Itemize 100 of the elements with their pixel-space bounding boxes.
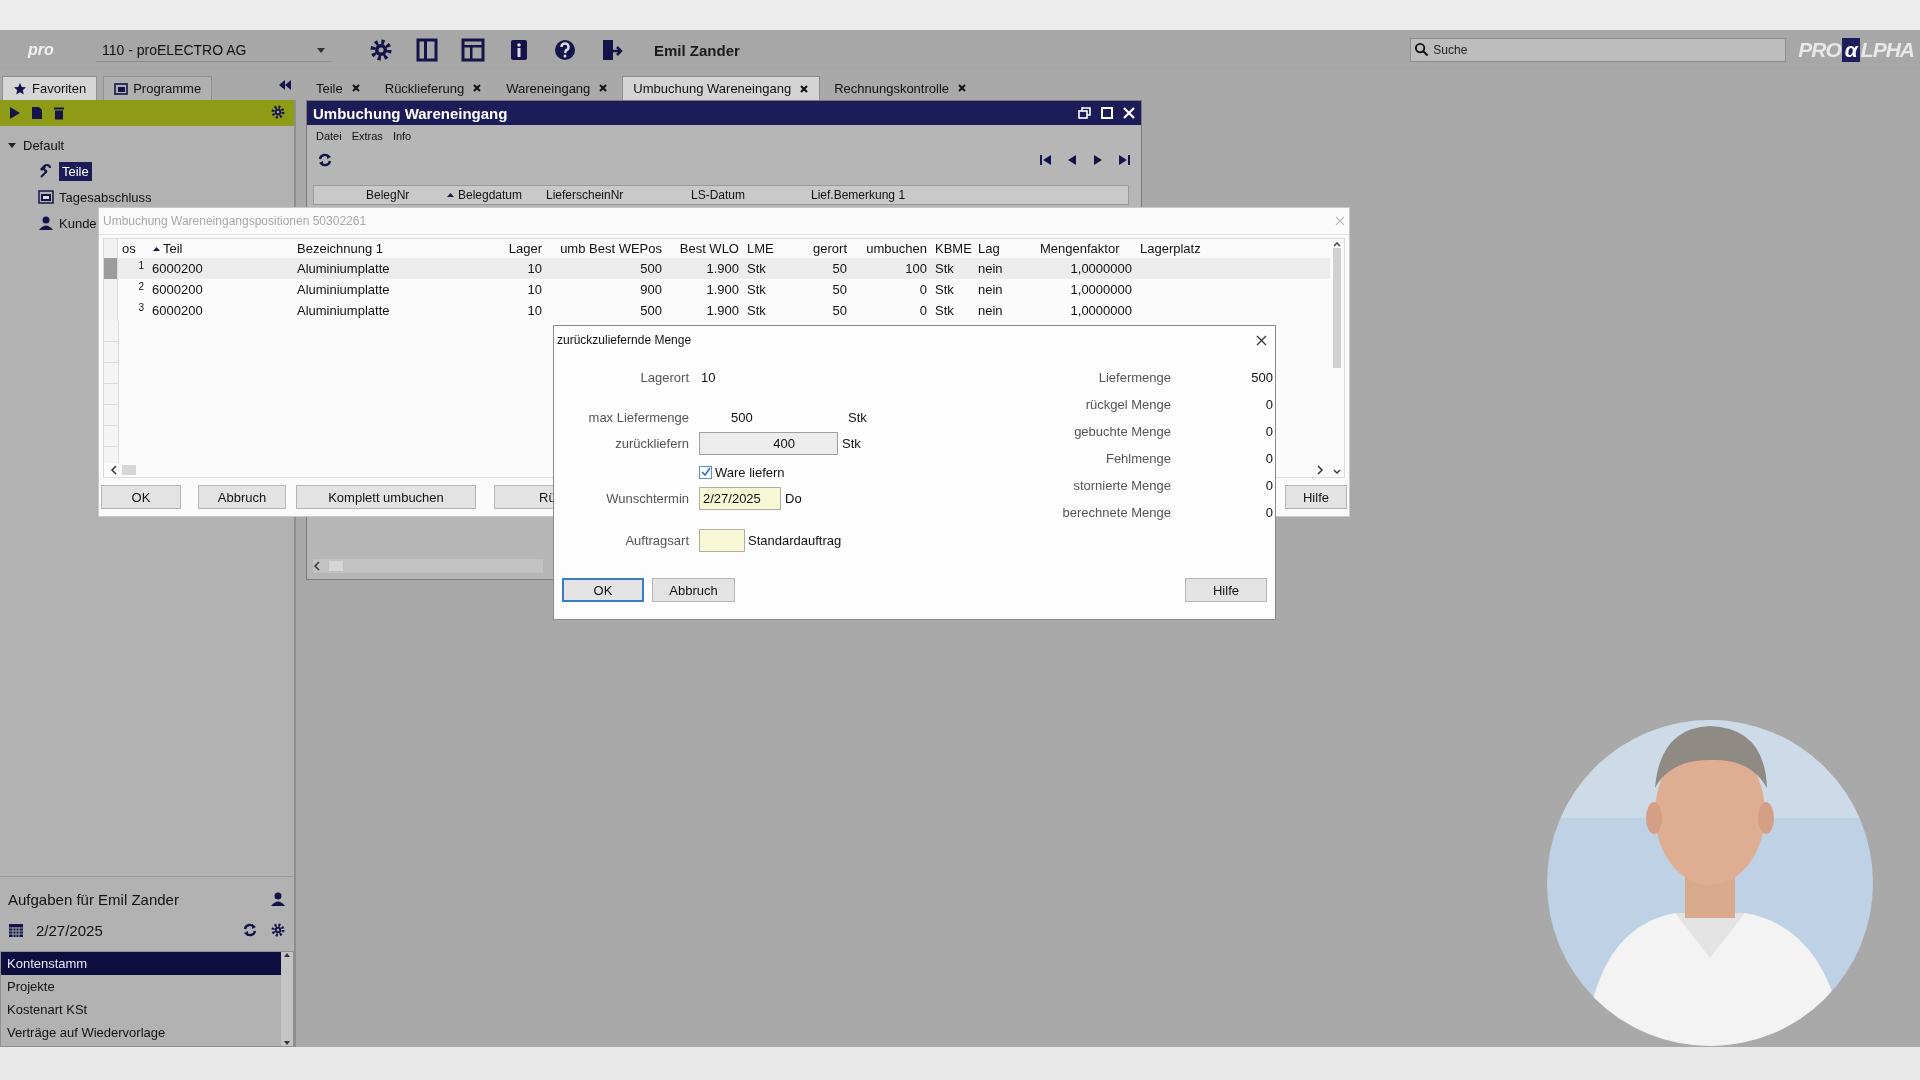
checkbox[interactable]: Ware liefern bbox=[699, 464, 785, 480]
company-dropdown[interactable]: 110 - proELECTRO AG bbox=[96, 38, 332, 62]
column-header[interactable]: Lag bbox=[974, 241, 1036, 256]
task-item[interactable]: Kostenart KSt bbox=[1, 998, 281, 1021]
scroll-left-icon[interactable] bbox=[110, 465, 118, 475]
column-header[interactable]: Belegdatum bbox=[446, 188, 546, 202]
close-icon[interactable] bbox=[957, 83, 968, 93]
dialog-button[interactable]: Abbruch bbox=[198, 485, 286, 509]
dialog-button[interactable]: Hilfe bbox=[1285, 485, 1347, 509]
last-record-icon[interactable] bbox=[1117, 153, 1131, 167]
document-tab[interactable]: Teile bbox=[306, 76, 371, 100]
table-row[interactable]: 2 6000200 Aluminiumplatte 10 900 1.900 Stk 50 0 Stk nein 1,0000000 bbox=[104, 279, 1330, 300]
scroll-up-icon[interactable] bbox=[283, 952, 291, 958]
summary-label: Fehlmenge bbox=[1104, 451, 1171, 466]
document-tab[interactable]: Umbuchung Wareneingang bbox=[622, 76, 821, 100]
table-cell: 1,0000000 bbox=[1070, 282, 1132, 297]
dialog-button[interactable]: Hilfe bbox=[1185, 578, 1267, 602]
column-header[interactable]: LieferscheinNr bbox=[546, 188, 691, 202]
table-cell: 1.900 bbox=[706, 261, 739, 276]
collapse-icon[interactable] bbox=[278, 79, 292, 91]
scrollbar-thumb[interactable] bbox=[122, 465, 136, 475]
column-header[interactable]: BelegNr bbox=[366, 188, 446, 202]
search-field[interactable]: Suche bbox=[1410, 38, 1787, 62]
settings-icon[interactable] bbox=[270, 103, 286, 120]
star-icon bbox=[13, 81, 27, 96]
scroll-right-icon[interactable] bbox=[1316, 465, 1324, 475]
close-icon[interactable] bbox=[350, 83, 361, 93]
table-cell: 10 bbox=[527, 261, 542, 276]
tree-item[interactable]: Kunde bbox=[59, 215, 97, 231]
column-header[interactable]: gerort bbox=[796, 241, 851, 256]
column-header[interactable]: Mengenfaktor bbox=[1036, 241, 1136, 256]
order-type-description: Standardauftrag bbox=[748, 532, 842, 548]
scroll-left-icon[interactable] bbox=[313, 561, 321, 571]
panel-tab[interactable]: Programme bbox=[103, 76, 213, 100]
play-icon[interactable] bbox=[8, 106, 22, 120]
summary-label: gebuchte Menge bbox=[1073, 424, 1171, 439]
first-record-icon[interactable] bbox=[1039, 153, 1053, 167]
restore-icon[interactable] bbox=[1078, 107, 1091, 119]
field-value: 500 bbox=[730, 409, 754, 425]
order-type-field[interactable] bbox=[699, 528, 745, 552]
app-logo: pro bbox=[28, 41, 55, 59]
layout-icon[interactable] bbox=[460, 37, 486, 63]
help-icon[interactable] bbox=[552, 37, 578, 63]
scrollbar-thumb[interactable] bbox=[1333, 248, 1341, 368]
task-item[interactable]: Kontenstamm bbox=[1, 952, 281, 975]
column-header[interactable]: LME bbox=[743, 241, 796, 256]
maximize-icon[interactable] bbox=[1101, 107, 1113, 119]
document-tab[interactable]: Rücklieferung bbox=[374, 76, 493, 100]
sidebar-icon[interactable] bbox=[414, 37, 440, 63]
refresh-icon[interactable] bbox=[317, 152, 333, 168]
document-icon[interactable] bbox=[30, 106, 44, 120]
column-header[interactable]: KBME bbox=[931, 241, 974, 256]
column-header[interactable]: Lager bbox=[466, 241, 546, 256]
menu-item[interactable]: Extras bbox=[351, 130, 383, 142]
dialog-button[interactable]: Abbruch bbox=[652, 578, 735, 602]
table-row[interactable]: 3 6000200 Aluminiumplatte 10 500 1.900 Stk 50 0 Stk nein 1,0000000 bbox=[104, 300, 1330, 321]
table-cell: 50 bbox=[832, 303, 847, 318]
column-header[interactable]: os bbox=[118, 241, 148, 256]
person-icon[interactable] bbox=[270, 891, 286, 907]
column-header[interactable]: Bezeichnung 1 bbox=[293, 241, 466, 256]
dialog-button[interactable]: OK bbox=[101, 485, 181, 509]
close-icon[interactable] bbox=[598, 83, 609, 93]
column-header[interactable]: umbuchen bbox=[851, 241, 931, 256]
table-row[interactable]: 1 6000200 Aluminiumplatte 10 500 1.900 Stk 50 100 Stk nein 1,0000000 bbox=[104, 258, 1330, 279]
field-label: zurückliefern bbox=[614, 435, 690, 451]
panel-tab[interactable]: Favoriten bbox=[2, 76, 98, 100]
task-item[interactable]: Verträge auf Wiedervorlage bbox=[1, 1021, 281, 1044]
document-tab[interactable]: Wareneingang bbox=[496, 76, 619, 100]
dialog-title: zurückzuliefernde Menge bbox=[557, 333, 693, 347]
column-header[interactable]: Teil bbox=[148, 241, 293, 256]
settings-icon[interactable] bbox=[368, 37, 394, 63]
table-cell: 500 bbox=[640, 303, 662, 318]
column-header[interactable]: Lief.Bemerkung 1 bbox=[811, 188, 961, 202]
table-cell: Stk bbox=[935, 303, 954, 318]
task-item[interactable]: Projekte bbox=[1, 975, 281, 998]
close-icon[interactable] bbox=[472, 83, 483, 93]
column-header[interactable]: Best WLO bbox=[666, 241, 743, 256]
close-icon[interactable] bbox=[1256, 334, 1267, 346]
dialog-button[interactable]: Komplett umbuchen bbox=[296, 485, 476, 509]
column-header[interactable]: Lagerplatz bbox=[1136, 241, 1216, 256]
column-header[interactable]: LS-Datum bbox=[691, 188, 811, 202]
settings-icon[interactable] bbox=[270, 922, 286, 938]
table-cell: Aluminiumplatte bbox=[297, 303, 390, 318]
weekday-label: Do bbox=[785, 490, 802, 506]
column-header[interactable]: umb Best WEPos bbox=[546, 241, 666, 256]
dialog-button[interactable]: OK bbox=[562, 578, 644, 602]
quantity-field[interactable]: 400 bbox=[699, 431, 838, 455]
trash-icon[interactable] bbox=[52, 106, 66, 120]
menu-item[interactable]: Datei bbox=[316, 130, 342, 142]
menu-item[interactable]: Info bbox=[392, 130, 412, 142]
close-icon[interactable] bbox=[799, 83, 810, 94]
tree-item[interactable]: Teile bbox=[59, 161, 92, 181]
document-tab[interactable]: Rechnungskontrolle bbox=[824, 76, 978, 100]
scroll-up-icon[interactable] bbox=[1333, 241, 1341, 248]
refresh-icon[interactable] bbox=[242, 922, 258, 938]
tree-item[interactable]: Tagesabschluss bbox=[59, 189, 152, 205]
tree-item[interactable]: Default bbox=[23, 137, 65, 153]
date-field[interactable]: 2/27/2025 bbox=[699, 486, 781, 510]
summary-label: Liefermenge bbox=[1097, 370, 1171, 385]
scroll-down-icon[interactable] bbox=[1333, 468, 1341, 475]
